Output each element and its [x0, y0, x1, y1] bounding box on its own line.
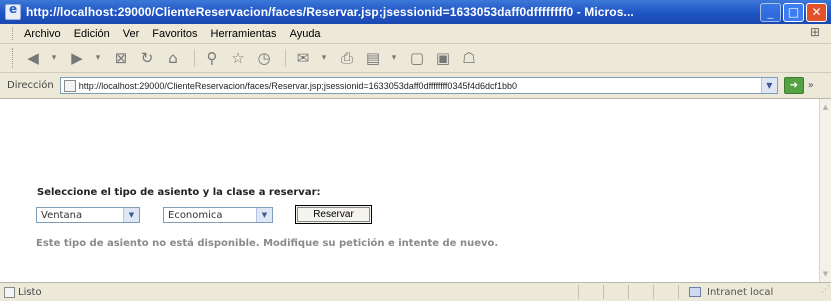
security-zone: Intranet local: [678, 285, 821, 299]
edit-icon[interactable]: ▤: [362, 47, 384, 69]
stop-icon[interactable]: ⊠: [110, 47, 132, 69]
menu-ayuda[interactable]: Ayuda: [290, 28, 321, 40]
research-icon[interactable]: ▣: [432, 47, 454, 69]
mail-dropdown-icon[interactable]: ▾: [318, 47, 330, 69]
reserve-button[interactable]: Reservar: [295, 205, 372, 224]
window-title: http://localhost:29000/ClienteReservacio…: [26, 5, 634, 19]
maximize-button[interactable]: □: [783, 2, 804, 22]
back-dropdown-icon[interactable]: ▾: [48, 47, 60, 69]
menu-herramientas[interactable]: Herramientas: [211, 28, 277, 40]
scroll-up-icon[interactable]: ▲: [821, 101, 830, 113]
home-icon[interactable]: ⌂: [162, 47, 184, 69]
ie-icon: [5, 2, 21, 20]
back-icon[interactable]: ◀: [22, 47, 44, 69]
discuss-icon[interactable]: ▢: [406, 47, 428, 69]
zone-label: Intranet local: [707, 286, 774, 298]
close-button[interactable]: ✕: [806, 2, 827, 22]
status-cell: [603, 285, 628, 299]
forward-dropdown-icon[interactable]: ▾: [92, 47, 104, 69]
status-cell: [628, 285, 653, 299]
menu-favoritos[interactable]: Favoritos: [152, 28, 197, 40]
unavailable-message: Este tipo de asiento no está disponible.…: [36, 238, 499, 249]
messenger-icon[interactable]: ☖: [458, 47, 480, 69]
chevron-down-icon[interactable]: ▼: [123, 208, 139, 222]
menu-grip: [12, 27, 16, 40]
toolbar-separator: [285, 49, 286, 67]
page-icon: [63, 79, 76, 92]
address-label: Dirección: [7, 80, 54, 91]
go-button[interactable]: ➜: [783, 77, 804, 94]
forward-icon[interactable]: ▶: [66, 47, 88, 69]
minimize-button[interactable]: _: [760, 2, 781, 22]
chevron-down-icon[interactable]: ▼: [256, 208, 272, 222]
history-icon[interactable]: ◷: [253, 47, 275, 69]
scroll-down-icon[interactable]: ▼: [821, 268, 830, 280]
mail-icon[interactable]: ✉: [292, 47, 314, 69]
title-bar[interactable]: http://localhost:29000/ClienteReservacio…: [0, 0, 831, 24]
address-bar: Dirección http://localhost:29000/Cliente…: [0, 73, 831, 99]
browser-window: http://localhost:29000/ClienteReservacio…: [0, 0, 831, 301]
seat-type-select[interactable]: Ventana ▼: [36, 207, 140, 223]
seat-class-select[interactable]: Economica ▼: [163, 207, 273, 223]
links-chevron-icon[interactable]: »: [808, 80, 814, 91]
form-heading: Seleccione el tipo de asiento y la clase…: [37, 187, 321, 198]
status-bar: Listo Intranet local ⋰: [0, 282, 831, 301]
windows-logo-icon: ⊞: [809, 25, 821, 39]
status-text: Listo: [18, 286, 42, 298]
address-input[interactable]: http://localhost:29000/ClienteReservacio…: [59, 77, 778, 94]
search-icon[interactable]: ⚲: [201, 47, 223, 69]
print-icon[interactable]: ⎙: [336, 47, 358, 69]
seat-type-value: Ventana: [41, 209, 83, 221]
toolbar-grip: [12, 48, 16, 68]
menu-bar: Archivo Edición Ver Favoritos Herramient…: [0, 24, 831, 44]
vertical-scrollbar[interactable]: ▲ ▼: [819, 99, 831, 282]
status-cell: [653, 285, 678, 299]
menu-edicion[interactable]: Edición: [74, 28, 110, 40]
toolbar: ◀ ▾ ▶ ▾ ⊠ ↻ ⌂ ⚲ ☆ ◷ ✉ ▾ ⎙ ▤ ▾ ▢ ▣ ☖: [0, 44, 831, 73]
seat-class-value: Economica: [168, 209, 223, 221]
status-cell: [578, 285, 603, 299]
page-status-icon: [4, 286, 15, 298]
address-dropdown-icon[interactable]: ▼: [760, 78, 777, 93]
favorites-icon[interactable]: ☆: [227, 47, 249, 69]
edit-dropdown-icon[interactable]: ▾: [388, 47, 400, 69]
toolbar-separator: [194, 49, 195, 67]
refresh-icon[interactable]: ↻: [136, 47, 158, 69]
address-url[interactable]: http://localhost:29000/ClienteReservacio…: [79, 81, 761, 91]
menu-ver[interactable]: Ver: [123, 28, 140, 40]
resize-grip-icon[interactable]: ⋰: [821, 285, 831, 299]
intranet-icon: [689, 287, 701, 297]
menu-archivo[interactable]: Archivo: [24, 28, 61, 40]
